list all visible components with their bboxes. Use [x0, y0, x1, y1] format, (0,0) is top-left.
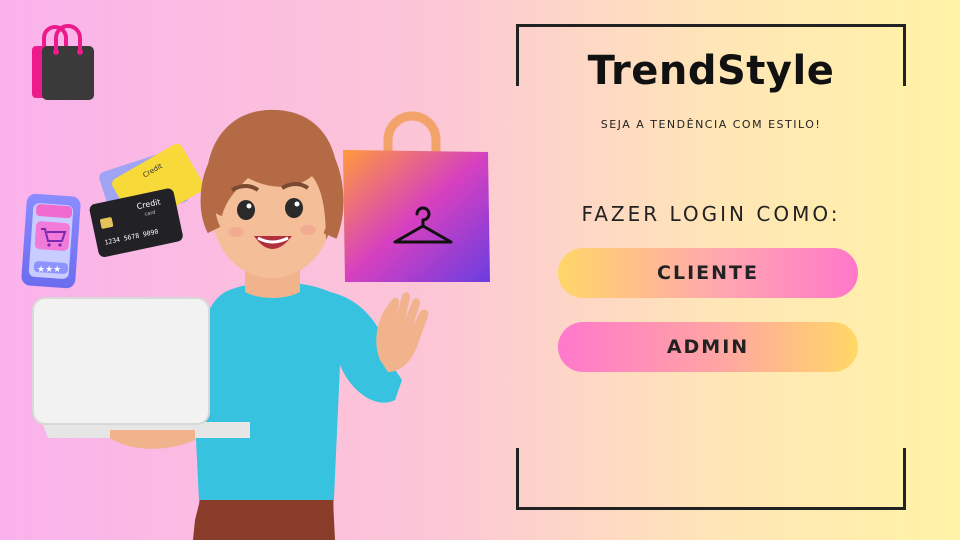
brand-title: TrendStyle	[587, 48, 835, 94]
phone-icon: ★★★	[21, 193, 81, 289]
brand-tagline: SEJA A TENDÊNCIA COM ESTILO!	[600, 118, 822, 131]
login-cliente-button[interactable]: CLIENTE	[558, 248, 858, 298]
shopper-illustration: ★★★ Credit Credit card 1234 5678 9090	[21, 109, 490, 540]
shopping-bag-hanger	[343, 111, 490, 282]
login-admin-label: ADMIN	[666, 336, 750, 358]
credit-card-front: Credit card 1234 5678 9090	[89, 188, 183, 258]
login-cliente-label: CLIENTE	[657, 262, 759, 284]
svg-text:★★★: ★★★	[37, 265, 61, 275]
frame-bottom	[516, 448, 906, 510]
login-prompt: FAZER LOGIN COMO:	[581, 202, 841, 226]
login-admin-button[interactable]: ADMIN	[558, 322, 858, 372]
